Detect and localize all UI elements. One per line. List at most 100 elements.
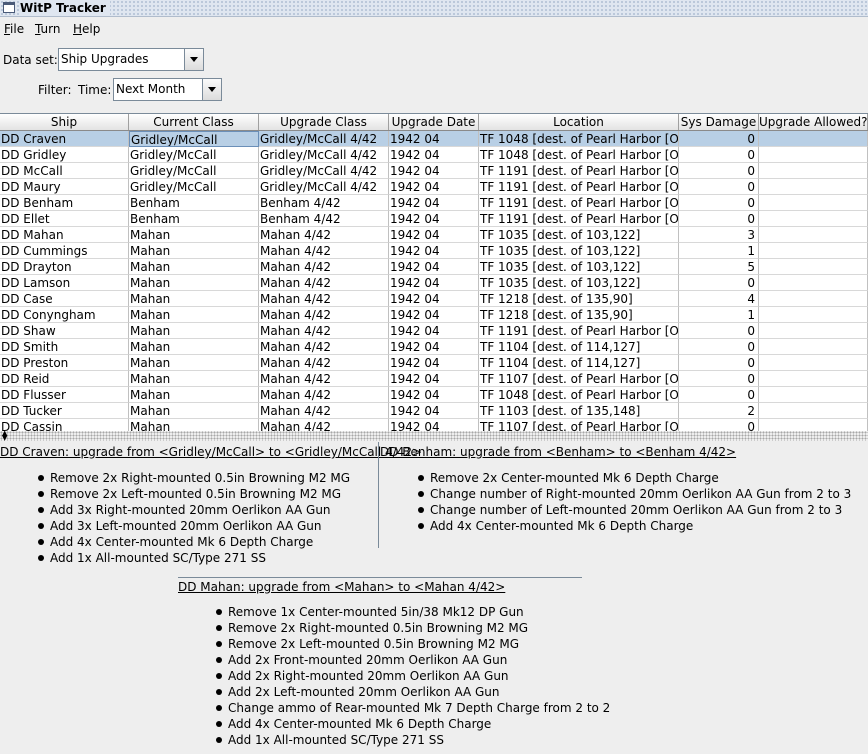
dataset-select[interactable]: Ship Upgrades xyxy=(58,48,204,71)
col-upgrade-allowed-cell[interactable] xyxy=(759,227,868,243)
col-upgrade-class-cell[interactable]: Mahan 4/42 xyxy=(259,371,389,387)
col-location-cell[interactable]: TF 1191 [dest. of Pearl Harbor [Oa... xyxy=(479,195,679,211)
chevron-down-icon[interactable] xyxy=(202,79,221,100)
col-upgrade-class-cell[interactable]: Mahan 4/42 xyxy=(259,291,389,307)
menu-file[interactable]: File xyxy=(4,22,24,36)
col-current-class-cell[interactable]: Gridley/McCall xyxy=(129,179,259,195)
col-ship-cell[interactable]: DD Tucker xyxy=(0,403,129,419)
col-location-cell[interactable]: TF 1191 [dest. of Pearl Harbor [Oa... xyxy=(479,179,679,195)
col-upgrade-allowed-cell[interactable] xyxy=(759,275,868,291)
col-upgrade-allowed-cell[interactable] xyxy=(759,387,868,403)
col-sys-damage-cell[interactable]: 0 xyxy=(679,371,759,387)
col-current-class-cell[interactable]: Gridley/McCall xyxy=(129,163,259,179)
col-ship-cell[interactable]: DD Ellet xyxy=(0,211,129,227)
upgrades-table[interactable]: Ship Current Class Upgrade Class Upgrade Da… xyxy=(0,113,868,432)
col-upgrade-date-cell[interactable]: 1942 04 xyxy=(389,371,479,387)
table-row[interactable]: DD Flusser Mahan Mahan 4/42 1942 04 TF 1048 … xyxy=(0,387,868,403)
col-sys-damage-cell[interactable]: 5 xyxy=(679,259,759,275)
col-current-class-header[interactable]: Current Class xyxy=(129,114,259,130)
col-upgrade-allowed-cell[interactable] xyxy=(759,403,868,419)
col-ship-header[interactable]: Ship xyxy=(0,114,129,130)
col-ship-cell[interactable]: DD Craven xyxy=(0,131,129,147)
col-ship-cell[interactable]: DD Shaw xyxy=(0,323,129,339)
col-ship-cell[interactable]: DD Preston xyxy=(0,355,129,371)
table-row[interactable]: DD Craven Gridley/McCall Gridley/McCall 4/… xyxy=(0,131,868,147)
col-upgrade-date-cell[interactable]: 1942 04 xyxy=(389,339,479,355)
table-row[interactable]: DD Cummings Mahan Mahan 4/42 1942 04 TF 1035… xyxy=(0,243,868,259)
col-ship-cell[interactable]: DD Conyngham xyxy=(0,307,129,323)
col-sys-damage-cell[interactable]: 0 xyxy=(679,179,759,195)
col-sys-damage-cell[interactable]: 0 xyxy=(679,323,759,339)
col-location-cell[interactable]: TF 1191 [dest. of Pearl Harbor [Oa... xyxy=(479,163,679,179)
table-row[interactable]: DD Gridley Gridley/McCall Gridley/McCall 4… xyxy=(0,147,868,163)
col-current-class-cell[interactable]: Benham xyxy=(129,195,259,211)
col-current-class-cell[interactable]: Mahan xyxy=(129,243,259,259)
col-location-cell[interactable]: TF 1104 [dest. of 114,127] xyxy=(479,355,679,371)
col-upgrade-class-cell[interactable]: Benham 4/42 xyxy=(259,211,389,227)
table-row[interactable]: DD Benham Benham Benham 4/42 1942 04 TF 1191… xyxy=(0,195,868,211)
col-location-cell[interactable]: TF 1048 [dest. of Pearl Harbor [Oa... xyxy=(479,131,679,147)
col-upgrade-class-cell[interactable]: Gridley/McCall 4/42 xyxy=(259,131,389,147)
col-upgrade-class-cell[interactable]: Gridley/McCall 4/42 xyxy=(259,163,389,179)
col-sys-damage-cell[interactable]: 0 xyxy=(679,147,759,163)
col-upgrade-class-cell[interactable]: Mahan 4/42 xyxy=(259,227,389,243)
col-upgrade-class-cell[interactable]: Mahan 4/42 xyxy=(259,307,389,323)
col-ship-cell[interactable]: DD Smith xyxy=(0,339,129,355)
col-sys-damage-cell[interactable]: 0 xyxy=(679,339,759,355)
col-ship-cell[interactable]: DD Drayton xyxy=(0,259,129,275)
table-row[interactable]: DD Ellet Benham Benham 4/42 1942 04 TF 1191 … xyxy=(0,211,868,227)
col-upgrade-class-header[interactable]: Upgrade Class xyxy=(259,114,389,130)
col-location-cell[interactable]: TF 1191 [dest. of Pearl Harbor [Oa... xyxy=(479,323,679,339)
col-location-cell[interactable]: TF 1104 [dest. of 114,127] xyxy=(479,339,679,355)
col-sys-damage-cell[interactable]: 0 xyxy=(679,355,759,371)
col-ship-cell[interactable]: DD Benham xyxy=(0,195,129,211)
col-upgrade-date-cell[interactable]: 1942 04 xyxy=(389,163,479,179)
col-sys-damage-cell[interactable]: 0 xyxy=(679,211,759,227)
col-sys-damage-cell[interactable]: 3 xyxy=(679,227,759,243)
col-current-class-cell[interactable]: Mahan xyxy=(129,227,259,243)
table-row[interactable]: DD Tucker Mahan Mahan 4/42 1942 04 TF 1103 [… xyxy=(0,403,868,419)
col-sys-damage-cell[interactable]: 2 xyxy=(679,403,759,419)
col-current-class-cell[interactable]: Benham xyxy=(129,211,259,227)
col-upgrade-date-cell[interactable]: 1942 04 xyxy=(389,403,479,419)
col-current-class-cell[interactable]: Mahan xyxy=(129,323,259,339)
col-upgrade-date-cell[interactable]: 1942 04 xyxy=(389,307,479,323)
col-upgrade-class-cell[interactable]: Mahan 4/42 xyxy=(259,387,389,403)
col-current-class-cell[interactable]: Mahan xyxy=(129,307,259,323)
col-sys-damage-cell[interactable]: 0 xyxy=(679,131,759,147)
col-location-cell[interactable]: TF 1107 [dest. of Pearl Harbor [Oa... xyxy=(479,371,679,387)
col-ship-cell[interactable]: DD McCall xyxy=(0,163,129,179)
col-sys-damage-cell[interactable]: 4 xyxy=(679,291,759,307)
col-ship-cell[interactable]: DD Reid xyxy=(0,371,129,387)
table-row[interactable]: DD Smith Mahan Mahan 4/42 1942 04 TF 1104 [d… xyxy=(0,339,868,355)
table-row[interactable]: DD Lamson Mahan Mahan 4/42 1942 04 TF 1035 [… xyxy=(0,275,868,291)
col-location-header[interactable]: Location xyxy=(479,114,679,130)
table-row[interactable]: DD Drayton Mahan Mahan 4/42 1942 04 TF 1035 … xyxy=(0,259,868,275)
col-ship-cell[interactable]: DD Gridley xyxy=(0,147,129,163)
col-location-cell[interactable]: TF 1035 [dest. of 103,122] xyxy=(479,259,679,275)
menu-turn[interactable]: Turn xyxy=(35,22,60,36)
col-current-class-cell[interactable]: Gridley/McCall xyxy=(129,131,259,147)
col-upgrade-allowed-cell[interactable] xyxy=(759,371,868,387)
col-upgrade-date-cell[interactable]: 1942 04 xyxy=(389,355,479,371)
col-upgrade-allowed-cell[interactable] xyxy=(759,147,868,163)
col-upgrade-allowed-cell[interactable] xyxy=(759,291,868,307)
table-row[interactable]: DD Conyngham Mahan Mahan 4/42 1942 04 TF 121… xyxy=(0,307,868,323)
col-upgrade-allowed-cell[interactable] xyxy=(759,131,868,147)
col-upgrade-class-cell[interactable]: Mahan 4/42 xyxy=(259,243,389,259)
col-sys-damage-header[interactable]: Sys Damage xyxy=(679,114,759,130)
table-row[interactable]: DD Maury Gridley/McCall Gridley/McCall 4/4… xyxy=(0,179,868,195)
col-ship-cell[interactable]: DD Lamson xyxy=(0,275,129,291)
col-upgrade-date-cell[interactable]: 1942 04 xyxy=(389,211,479,227)
table-row[interactable]: DD Reid Mahan Mahan 4/42 1942 04 TF 1107 [de… xyxy=(0,371,868,387)
col-upgrade-class-cell[interactable]: Mahan 4/42 xyxy=(259,275,389,291)
col-upgrade-class-cell[interactable]: Gridley/McCall 4/42 xyxy=(259,147,389,163)
col-upgrade-date-cell[interactable]: 1942 04 xyxy=(389,227,479,243)
col-upgrade-allowed-cell[interactable] xyxy=(759,339,868,355)
col-upgrade-date-cell[interactable]: 1942 04 xyxy=(389,291,479,307)
col-location-cell[interactable]: TF 1218 [dest. of 135,90] xyxy=(479,307,679,323)
menu-help[interactable]: Help xyxy=(73,22,100,36)
col-sys-damage-cell[interactable]: 0 xyxy=(679,275,759,291)
col-location-cell[interactable]: TF 1048 [dest. of Pearl Harbor [Oa... xyxy=(479,387,679,403)
col-sys-damage-cell[interactable]: 1 xyxy=(679,307,759,323)
